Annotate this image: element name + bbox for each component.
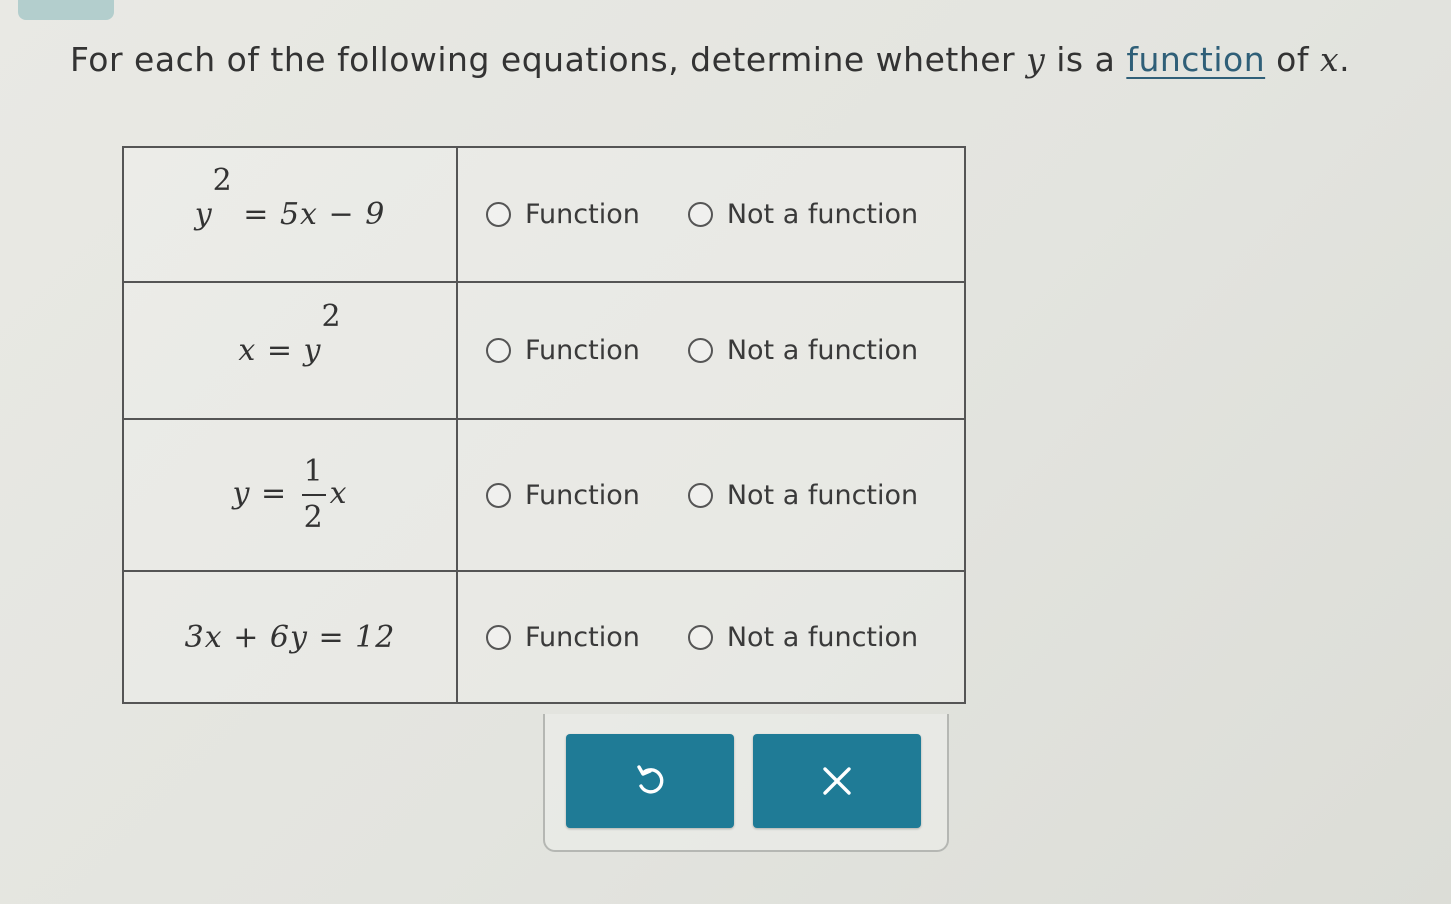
choice-cell: Function Not a function [456,570,966,704]
undo-button[interactable] [566,734,734,828]
table-row: 3x + 6y = 12 Function Not a function [122,570,966,704]
radio-circle-icon[interactable] [687,338,713,363]
choice-cell: Function Not a function [456,146,966,283]
clear-button[interactable] [753,734,921,828]
table-row: x = y2 Function Not a function [122,281,966,420]
radio-circle-icon[interactable] [486,482,511,508]
equation-3: y = 12x [232,450,347,540]
equation-1: y2 = 5x − 9 [194,163,386,232]
prompt-text-middle: is a [1045,40,1127,79]
function-definition-link[interactable]: function [1126,40,1265,79]
table-row: y2 = 5x − 9 Function Not a function [122,146,966,283]
radio-function-4[interactable]: Function [486,622,640,653]
radio-function-2[interactable]: Function [486,335,640,366]
action-panel [543,714,949,852]
choice-cell: Function Not a function [456,281,966,420]
radio-circle-icon[interactable] [486,624,511,650]
close-icon [820,764,854,798]
radio-circle-icon[interactable] [687,202,713,227]
radio-circle-icon[interactable] [486,338,511,363]
equation-cell: y = 12x [122,418,458,572]
equations-table: y2 = 5x − 9 Function Not a function x = … [122,146,966,704]
prompt-var-y: y [1026,40,1046,79]
radio-not-function-3[interactable]: Not a function [687,480,918,511]
radio-circle-icon[interactable] [687,624,713,650]
radio-function-1[interactable]: Function [486,199,640,230]
undo-icon [633,764,667,798]
radio-not-function-2[interactable]: Not a function [687,335,918,366]
equation-cell: 3x + 6y = 12 [122,570,458,704]
fraction: 12 [301,454,326,535]
prompt-text-of: of [1265,40,1320,79]
equation-cell: y2 = 5x − 9 [122,146,458,283]
question-prompt: For each of the following equations, det… [70,40,1350,79]
prompt-period: . [1339,40,1351,79]
top-tab [18,0,114,20]
equation-cell: x = y2 [122,281,458,420]
table-row: y = 12x Function Not a function [122,418,966,572]
equation-2: x = y2 [238,299,342,368]
prompt-text: For each of the following equations, det… [70,40,1027,79]
radio-circle-icon[interactable] [687,482,713,508]
radio-not-function-4[interactable]: Not a function [687,622,918,653]
radio-not-function-1[interactable]: Not a function [687,199,918,230]
radio-circle-icon[interactable] [486,202,511,227]
equation-4: 3x + 6y = 12 [184,619,396,655]
prompt-var-x: x [1319,40,1340,79]
choice-cell: Function Not a function [456,418,966,572]
radio-function-3[interactable]: Function [486,480,640,511]
